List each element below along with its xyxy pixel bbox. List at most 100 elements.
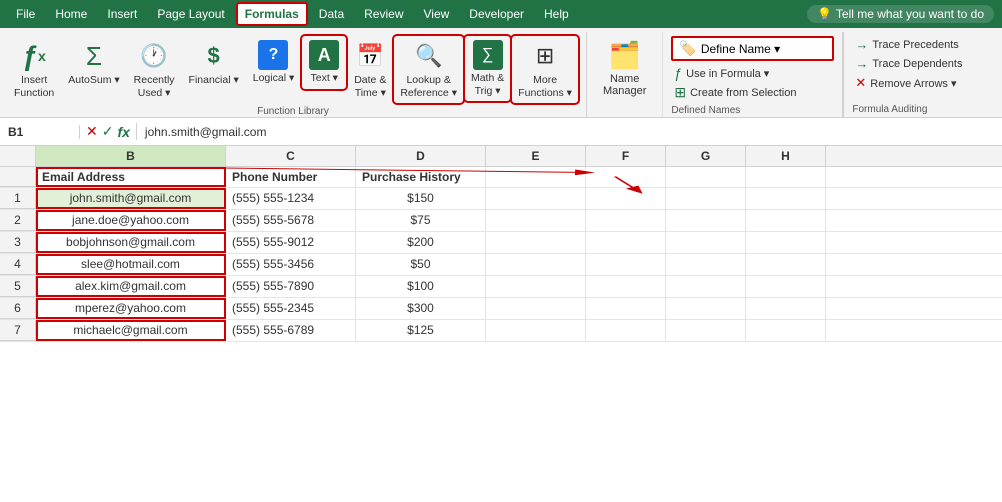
create-from-selection-btn[interactable]: ⊞ Create from Selection <box>671 83 834 102</box>
cell-5-c[interactable]: (555) 555-7890 <box>226 276 356 297</box>
date-time-label: Date &Time ▾ <box>354 74 386 99</box>
cell-1-c[interactable]: (555) 555-1234 <box>226 188 356 209</box>
cell-4-b[interactable]: slee@hotmail.com <box>36 254 226 275</box>
cell-2-h[interactable] <box>746 210 826 231</box>
cell-7-e[interactable] <box>486 320 586 341</box>
remove-arrows-btn[interactable]: ✕ Remove Arrows ▾ <box>852 74 1002 92</box>
cell-6-h[interactable] <box>746 298 826 319</box>
use-in-formula-btn[interactable]: ƒ Use in Formula ▾ <box>671 64 834 82</box>
menu-search-bar[interactable]: 💡 Tell me what you want to do <box>807 5 994 23</box>
financial-btn[interactable]: $ Financial ▾ <box>183 36 245 91</box>
cell-reference-box[interactable]: B1 <box>0 125 80 139</box>
menu-view[interactable]: View <box>416 3 458 25</box>
cell-1-e[interactable] <box>486 188 586 209</box>
menu-formulas[interactable]: Formulas <box>237 3 307 25</box>
cell-header-h[interactable] <box>746 167 826 187</box>
cell-6-g[interactable] <box>666 298 746 319</box>
cell-2-g[interactable] <box>666 210 746 231</box>
cell-3-f[interactable] <box>586 232 666 253</box>
col-header-e[interactable]: E <box>486 146 586 166</box>
menu-developer[interactable]: Developer <box>461 3 532 25</box>
cell-1-h[interactable] <box>746 188 826 209</box>
cell-header-g[interactable] <box>666 167 746 187</box>
menu-insert[interactable]: Insert <box>99 3 145 25</box>
cell-6-f[interactable] <box>586 298 666 319</box>
lookup-reference-btn[interactable]: 🔍 Lookup &Reference ▾ <box>394 36 463 103</box>
table-row: 5 alex.kim@gmail.com (555) 555-7890 $100 <box>0 276 1002 298</box>
cell-5-f[interactable] <box>586 276 666 297</box>
trace-dependents-btn[interactable]: → Trace Dependents <box>852 55 1002 72</box>
cell-4-c[interactable]: (555) 555-3456 <box>226 254 356 275</box>
cell-7-f[interactable] <box>586 320 666 341</box>
menu-help[interactable]: Help <box>536 3 577 25</box>
cell-3-c[interactable]: (555) 555-9012 <box>226 232 356 253</box>
cell-2-e[interactable] <box>486 210 586 231</box>
cancel-icon[interactable]: ✕ <box>86 123 98 140</box>
cell-6-c[interactable]: (555) 555-2345 <box>226 298 356 319</box>
formula-tools: ✕ ✓ fx <box>80 123 137 140</box>
cell-4-d[interactable]: $50 <box>356 254 486 275</box>
confirm-icon[interactable]: ✓ <box>102 123 114 140</box>
cell-6-b[interactable]: mperez@yahoo.com <box>36 298 226 319</box>
autosum-btn[interactable]: Σ AutoSum ▾ <box>62 36 125 91</box>
cell-1-b[interactable]: john.smith@gmail.com <box>36 188 226 209</box>
cell-5-g[interactable] <box>666 276 746 297</box>
cell-6-d[interactable]: $300 <box>356 298 486 319</box>
menu-data[interactable]: Data <box>311 3 352 25</box>
cell-header-e[interactable] <box>486 167 586 187</box>
cell-3-b[interactable]: bobjohnson@gmail.com <box>36 232 226 253</box>
cell-5-h[interactable] <box>746 276 826 297</box>
col-header-h[interactable]: H <box>746 146 826 166</box>
more-functions-icon: ⊞ <box>529 40 561 72</box>
cell-7-g[interactable] <box>666 320 746 341</box>
cell-2-b[interactable]: jane.doe@yahoo.com <box>36 210 226 231</box>
col-header-f[interactable]: F <box>586 146 666 166</box>
col-header-b[interactable]: B <box>36 146 226 166</box>
cell-3-e[interactable] <box>486 232 586 253</box>
cell-4-h[interactable] <box>746 254 826 275</box>
name-manager-btn[interactable]: 🗂️ NameManager <box>595 36 654 101</box>
insert-function-btn[interactable]: ƒx InsertFunction <box>8 36 60 103</box>
cell-5-e[interactable] <box>486 276 586 297</box>
menu-file[interactable]: File <box>8 3 43 25</box>
col-header-d[interactable]: D <box>356 146 486 166</box>
cell-7-c[interactable]: (555) 555-6789 <box>226 320 356 341</box>
cell-header-c[interactable]: Phone Number <box>226 167 356 187</box>
text-btn[interactable]: A Text ▾ <box>302 36 346 89</box>
cell-7-d[interactable]: $125 <box>356 320 486 341</box>
cell-3-g[interactable] <box>666 232 746 253</box>
cell-1-g[interactable] <box>666 188 746 209</box>
cell-4-g[interactable] <box>666 254 746 275</box>
trace-precedents-btn[interactable]: → Trace Precedents <box>852 36 1002 53</box>
cell-6-e[interactable] <box>486 298 586 319</box>
cell-7-h[interactable] <box>746 320 826 341</box>
menu-page-layout[interactable]: Page Layout <box>149 3 232 25</box>
formula-input[interactable]: john.smith@gmail.com <box>137 125 1002 139</box>
col-header-g[interactable]: G <box>666 146 746 166</box>
cell-4-f[interactable] <box>586 254 666 275</box>
cell-4-e[interactable] <box>486 254 586 275</box>
cell-3-h[interactable] <box>746 232 826 253</box>
define-name-btn[interactable]: 🏷️ Define Name ▾ <box>671 36 834 61</box>
cell-2-d[interactable]: $75 <box>356 210 486 231</box>
cell-7-b[interactable]: michaelc@gmail.com <box>36 320 226 341</box>
cell-5-d[interactable]: $100 <box>356 276 486 297</box>
cell-header-b[interactable]: Email Address <box>36 167 226 187</box>
cell-1-d[interactable]: $150 <box>356 188 486 209</box>
cell-2-c[interactable]: (555) 555-5678 <box>226 210 356 231</box>
more-functions-btn[interactable]: ⊞ MoreFunctions ▾ <box>512 36 578 103</box>
name-manager-label: NameManager <box>603 73 646 97</box>
cell-header-d[interactable]: Purchase History <box>356 167 486 187</box>
cell-2-f[interactable] <box>586 210 666 231</box>
menu-review[interactable]: Review <box>356 3 411 25</box>
menu-home[interactable]: Home <box>47 3 95 25</box>
cell-header-f[interactable] <box>586 167 666 187</box>
math-trig-btn[interactable]: ∑ Math &Trig ▾ <box>465 36 510 101</box>
cell-1-f[interactable] <box>586 188 666 209</box>
cell-5-b[interactable]: alex.kim@gmail.com <box>36 276 226 297</box>
cell-3-d[interactable]: $200 <box>356 232 486 253</box>
logical-btn[interactable]: ? Logical ▾ <box>247 36 300 89</box>
recently-used-btn[interactable]: 🕐 RecentlyUsed ▾ <box>128 36 181 103</box>
date-time-btn[interactable]: 📅 Date &Time ▾ <box>348 36 392 103</box>
col-header-c[interactable]: C <box>226 146 356 166</box>
